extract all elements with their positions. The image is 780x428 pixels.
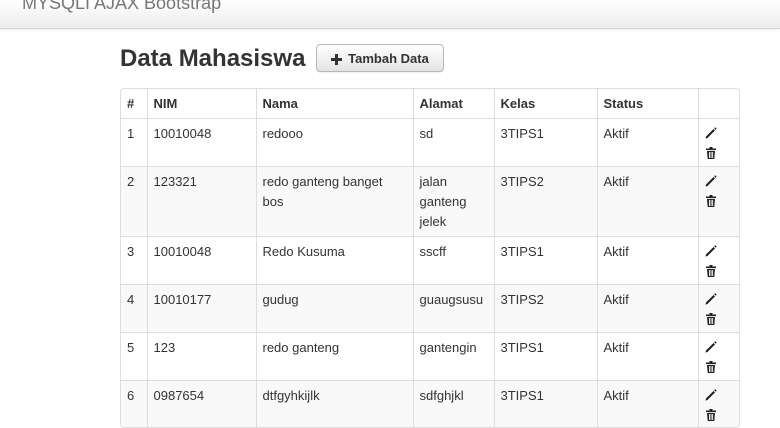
cell-kelas: 3TIPS1: [493, 235, 597, 284]
cell-actions: [697, 235, 739, 284]
cell-alamat: sdfghjkl: [412, 379, 494, 427]
cell-kelas: 3TIPS1: [493, 117, 597, 166]
add-data-button-label: Tambah Data: [348, 50, 429, 66]
column-header-actions: [697, 89, 739, 119]
cell-nama: gudug: [255, 283, 413, 332]
cell-status: Aktif: [596, 117, 698, 166]
cell-no: 6: [121, 379, 147, 427]
cell-nama: Redo Kusuma: [255, 235, 413, 284]
cell-nim: 10010048: [146, 235, 256, 284]
cell-status: Aktif: [596, 235, 698, 284]
table-row: 2 123321 redo ganteng banget bos jalan gant…: [121, 165, 739, 236]
cell-alamat: gantengin: [412, 331, 494, 380]
cell-actions: [697, 283, 739, 332]
cell-nama: dtfgyhkijlk: [255, 379, 413, 427]
cell-nim: 123: [146, 331, 256, 380]
table-body: 1 10010048 redooo sd 3TIPS1 Aktif 2 123321 redo …: [121, 117, 739, 427]
cell-kelas: 3TIPS2: [493, 165, 597, 236]
pencil-icon[interactable]: [704, 174, 718, 188]
cell-nama: redo ganteng banget bos: [255, 165, 413, 236]
cell-actions: [697, 165, 739, 236]
cell-alamat: jalan ganteng jelek: [412, 165, 494, 236]
data-table-container: # NIM Nama Alamat Kelas Status 1 10010048…: [120, 88, 740, 428]
trash-icon[interactable]: [704, 194, 718, 208]
cell-nim: 123321: [146, 165, 256, 236]
cell-alamat: sd: [412, 117, 494, 166]
trash-icon[interactable]: [704, 360, 718, 374]
cell-actions: [697, 379, 739, 427]
cell-nim: 10010177: [146, 283, 256, 332]
page-title: Data Mahasiswa: [120, 45, 306, 72]
table-row: 4 10010177 gudug guaugsusu 3TIPS2 Aktif: [121, 283, 739, 332]
column-header-status: Status: [596, 89, 698, 119]
cell-alamat: sscff: [412, 235, 494, 284]
table-row: 6 0987654 dtfgyhkijlk sdfghjkl 3TIPS1 Aktif: [121, 379, 739, 427]
plus-icon: [331, 53, 343, 65]
cell-nim: 10010048: [146, 117, 256, 166]
mahasiswa-table: # NIM Nama Alamat Kelas Status 1 10010048…: [121, 89, 739, 427]
trash-icon[interactable]: [704, 146, 718, 160]
trash-icon[interactable]: [704, 264, 718, 278]
cell-nama: redo ganteng: [255, 331, 413, 380]
trash-icon[interactable]: [704, 408, 718, 422]
pencil-icon[interactable]: [704, 126, 718, 140]
column-header-kelas: Kelas: [493, 89, 597, 119]
cell-kelas: 3TIPS1: [493, 379, 597, 427]
column-header-nama: Nama: [255, 89, 413, 119]
cell-status: Aktif: [596, 379, 698, 427]
cell-actions: [697, 117, 739, 166]
cell-actions: [697, 331, 739, 380]
cell-alamat: guaugsusu: [412, 283, 494, 332]
cell-nama: redooo: [255, 117, 413, 166]
pencil-icon[interactable]: [704, 388, 718, 402]
cell-no: 3: [121, 235, 147, 284]
table-row: 3 10010048 Redo Kusuma sscff 3TIPS1 Aktif: [121, 235, 739, 284]
cell-no: 4: [121, 283, 147, 332]
cell-status: Aktif: [596, 283, 698, 332]
column-header-alamat: Alamat: [412, 89, 494, 119]
pencil-icon[interactable]: [704, 244, 718, 258]
pencil-icon[interactable]: [704, 340, 718, 354]
cell-kelas: 3TIPS1: [493, 331, 597, 380]
navbar: MYSQLI AJAX Bootstrap: [0, 0, 780, 29]
table-row: 5 123 redo ganteng gantengin 3TIPS1 Aktif: [121, 331, 739, 380]
cell-kelas: 3TIPS2: [493, 283, 597, 332]
cell-status: Aktif: [596, 165, 698, 236]
add-data-button[interactable]: Tambah Data: [316, 44, 444, 72]
pencil-icon[interactable]: [704, 292, 718, 306]
cell-no: 1: [121, 117, 147, 166]
table-header-row: # NIM Nama Alamat Kelas Status: [121, 89, 739, 119]
cell-no: 2: [121, 165, 147, 236]
cell-status: Aktif: [596, 331, 698, 380]
column-header-no: #: [121, 89, 147, 119]
cell-no: 5: [121, 331, 147, 380]
cell-nim: 0987654: [146, 379, 256, 427]
table-row: 1 10010048 redooo sd 3TIPS1 Aktif: [121, 117, 739, 166]
column-header-nim: NIM: [146, 89, 256, 119]
brand[interactable]: MYSQLI AJAX Bootstrap: [22, 0, 221, 14]
trash-icon[interactable]: [704, 312, 718, 326]
